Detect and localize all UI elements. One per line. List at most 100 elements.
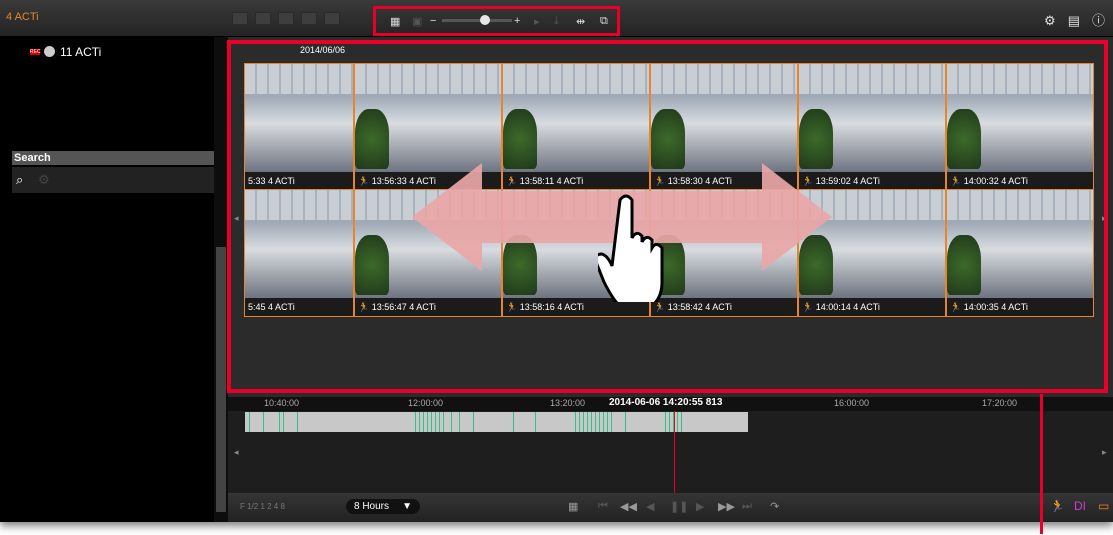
zoom-slider-knob[interactable]: [480, 15, 490, 25]
motion-event-mark: [575, 412, 576, 432]
speed-options[interactable]: F 1/2 1 2 4 8: [240, 502, 285, 511]
timeline-next-arrow[interactable]: ▸: [1102, 447, 1107, 458]
motion-event-mark: [677, 412, 678, 432]
thumbnail-caption: 🏃 14:00:32 4 ACTi: [947, 172, 1093, 190]
motion-event-mark: [297, 412, 298, 432]
search-icon[interactable]: ⌕: [16, 172, 23, 188]
chevron-down-icon: ▼: [402, 501, 412, 512]
play-icon[interactable]: ▶: [696, 500, 704, 513]
motion-event-mark: [681, 412, 682, 432]
snapshot-icon[interactable]: ▣: [412, 15, 422, 28]
fit-width-icon[interactable]: ⇹: [576, 15, 585, 28]
time-ruler: 10:40:00 12:00:00 13:20:00 2014-06-06 14…: [228, 397, 1113, 411]
skip-end-icon[interactable]: ⏭: [742, 500, 752, 513]
layout-1x1-icon[interactable]: [232, 12, 248, 25]
download-icon[interactable]: ⤓: [554, 15, 559, 28]
motion-event-mark: [439, 412, 440, 432]
skip-start-icon[interactable]: ⏮: [598, 500, 608, 513]
motion-event-mark: [583, 412, 584, 432]
motion-event-mark: [263, 412, 264, 432]
layout-2x2-icon[interactable]: [255, 12, 271, 25]
motion-event-mark: [419, 412, 420, 432]
motion-search-icon[interactable]: 🏃: [1050, 499, 1065, 513]
settings-gear-icon[interactable]: ⚙: [1044, 13, 1056, 28]
thumbnail-toolbar: ▦ ▣ − + ▸ ⤓ ⇹ ⧉: [373, 6, 620, 36]
motion-event-mark: [415, 412, 416, 432]
motion-event-mark: [459, 412, 460, 432]
tick-label: 17:20:00: [982, 398, 1018, 408]
zoom-in-icon[interactable]: +: [514, 15, 520, 27]
current-time: 2014-06-06 14:20:55 813: [609, 397, 723, 408]
next-page-arrow[interactable]: ▸: [1102, 213, 1107, 224]
camera-snapshot: [947, 64, 1093, 172]
motion-event-mark: [513, 412, 514, 432]
camera-snapshot: [245, 64, 353, 172]
motion-event-mark: [669, 412, 670, 432]
pause-icon[interactable]: ❚❚: [670, 500, 688, 513]
layout-4x4-icon[interactable]: [301, 12, 317, 25]
motion-event-mark: [249, 412, 250, 432]
camera-snapshot: [503, 64, 649, 172]
info-icon[interactable]: ⓘ: [1092, 13, 1105, 28]
export-icon[interactable]: ⧉: [600, 15, 608, 28]
motion-event-mark: [473, 412, 474, 432]
hand-pointer-icon: [598, 194, 664, 302]
search-toolbar: ⌕ ⚙: [12, 167, 214, 193]
timeline-prev-arrow[interactable]: ◂: [234, 447, 239, 458]
layout-buttons: [232, 12, 347, 28]
thumbnail-caption: 5:45 4 ACTi: [245, 298, 353, 316]
thumbnail-view-icon[interactable]: ▦: [390, 15, 400, 28]
thumbnail-date: 2014/06/06: [300, 45, 346, 55]
prev-page-arrow[interactable]: ◂: [234, 213, 239, 224]
document-icon[interactable]: ▤: [1068, 13, 1080, 28]
motion-event-mark: [579, 412, 580, 432]
thumbnail-tile[interactable]: 🏃 14:00:32 4 ACTi: [946, 63, 1094, 191]
recording-bar[interactable]: [245, 412, 748, 432]
sidebar-scrollbar[interactable]: [214, 37, 228, 522]
rewind-icon[interactable]: ◀◀: [620, 500, 637, 513]
thumbnail-caption: 🏃 14:00:14 4 ACTi: [799, 298, 945, 316]
time-range-dropdown[interactable]: 8 Hours ▼: [346, 499, 420, 514]
playhead[interactable]: [674, 411, 675, 493]
thumbnail-caption: 🏃 14:00:35 4 ACTi: [947, 298, 1093, 316]
motion-event-mark: [607, 412, 608, 432]
layout-3x3-icon[interactable]: [278, 12, 294, 25]
camera-snapshot: [799, 64, 945, 172]
camera-icon: [44, 46, 55, 57]
motion-event-mark: [451, 412, 452, 432]
bookmark-icon[interactable]: ▭: [1098, 499, 1109, 513]
motion-event-mark: [611, 412, 612, 432]
camera-snapshot: [651, 64, 797, 172]
zoom-slider-track[interactable]: [442, 19, 512, 22]
di-toggle[interactable]: DI: [1074, 499, 1086, 513]
motion-event-mark: [599, 412, 600, 432]
step-back-icon[interactable]: ◀: [646, 500, 654, 513]
layout-custom-icon[interactable]: [324, 12, 340, 25]
thumbnail-caption: 5:33 4 ACTi: [245, 172, 353, 190]
thumbnail-tile[interactable]: 5:33 4 ACTi: [244, 63, 354, 191]
zoom-out-icon[interactable]: −: [430, 15, 436, 27]
camera-snapshot: [947, 190, 1093, 298]
calendar-icon[interactable]: ▦: [568, 500, 578, 513]
next-icon[interactable]: ▸: [534, 15, 540, 28]
thumbnail-tile[interactable]: 5:45 4 ACTi: [244, 189, 354, 317]
motion-event-mark: [535, 412, 536, 432]
motion-event-mark: [435, 412, 436, 432]
playback-bar: F 1/2 1 2 4 8 8 Hours ▼ ▦ ⏮ ◀◀ ◀ ❚❚ ▶ ▶▶…: [228, 493, 1113, 522]
motion-event-mark: [587, 412, 588, 432]
recording-timeline[interactable]: ◂ ▸: [228, 411, 1113, 493]
tick-label: 10:40:00: [264, 398, 300, 408]
callout-line: [1040, 394, 1043, 534]
fast-forward-icon[interactable]: ▶▶: [718, 500, 735, 513]
sidebar-scroll-thumb[interactable]: [216, 247, 226, 512]
motion-event-mark: [427, 412, 428, 432]
search-settings-icon[interactable]: ⚙: [38, 172, 50, 188]
device-name[interactable]: 11 ACTi: [60, 45, 101, 59]
loop-icon[interactable]: ↷: [770, 500, 779, 513]
thumbnail-caption: 🏃 13:58:42 4 ACTi: [651, 298, 797, 316]
motion-event-mark: [443, 412, 444, 432]
camera-snapshot: [355, 64, 501, 172]
motion-event-mark: [603, 412, 604, 432]
thumbnail-tile[interactable]: 🏃 14:00:35 4 ACTi: [946, 189, 1094, 317]
camera-snapshot: [245, 190, 353, 298]
